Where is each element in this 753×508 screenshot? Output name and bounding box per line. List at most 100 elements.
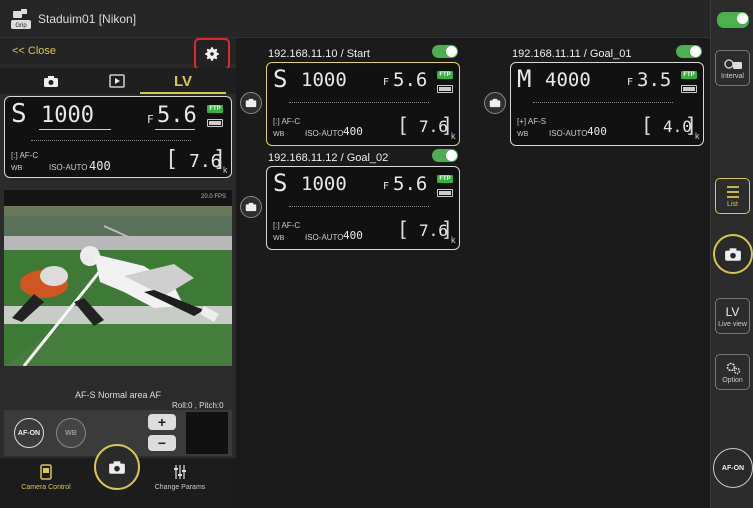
option-label: Option bbox=[722, 376, 743, 384]
battery-icon bbox=[681, 85, 697, 93]
aperture-value: 5.6 bbox=[393, 173, 428, 195]
exposure-scale bbox=[289, 95, 429, 103]
shots-unit: k bbox=[451, 131, 456, 141]
window-title: Staduim01 [Nikon] bbox=[38, 12, 137, 26]
camera-icon bbox=[109, 460, 125, 474]
af-on-button[interactable]: AF-ON bbox=[14, 418, 44, 448]
right-toolbar: Interval List LV Live view Option AF-ON bbox=[710, 0, 753, 508]
wb-button-label: WB bbox=[65, 429, 77, 437]
bracket-left: [ bbox=[165, 147, 179, 172]
exposure-mode: S bbox=[11, 99, 27, 129]
interval-label: Interval bbox=[721, 72, 744, 80]
camera-title-goal01: 192.168.11.11 / Goal_01 bbox=[512, 48, 632, 60]
iso-label: ISO-AUTO bbox=[305, 233, 344, 242]
af-on-label: AF-ON bbox=[17, 429, 41, 437]
exposure-scale bbox=[533, 95, 673, 103]
tab-change-params[interactable]: Change Params bbox=[150, 464, 210, 504]
ftp-badge: FTP bbox=[207, 105, 223, 113]
camera-control-label: Camera Control bbox=[21, 484, 71, 491]
camera-lcd-goal02[interactable]: S 1000 F 5.6 FTP [:] AF-C WB ISO-AUTO 40… bbox=[266, 166, 460, 250]
tab-still[interactable] bbox=[18, 68, 84, 94]
shutter-speed: 1000 bbox=[41, 103, 94, 128]
live-view-label: Live view bbox=[718, 320, 747, 328]
camera-lcd-goal01[interactable]: M 4000 F 3.5 FTP [+] AF-S WB ISO-AUTO 40… bbox=[510, 62, 704, 146]
camera-lcd-start[interactable]: S 1000 F 5.6 FTP [:] AF-C WB ISO-AUTO 40… bbox=[266, 62, 460, 146]
shutter-speed: 4000 bbox=[545, 69, 591, 91]
lacrosse-photo bbox=[4, 206, 232, 366]
wb-label: WB bbox=[11, 165, 23, 172]
white-balance-button[interactable]: WB bbox=[56, 418, 86, 448]
iso-label: ISO-AUTO bbox=[49, 163, 88, 172]
camera-lcd-panel[interactable]: S 1000 F 5.6 FTP [:] AF-C WB ISO-AUTO 40… bbox=[4, 96, 232, 178]
minus-button[interactable]: − bbox=[148, 435, 176, 451]
plus-label: + bbox=[157, 414, 167, 430]
iso-label: ISO-AUTO bbox=[305, 129, 344, 138]
aperture-prefix: F bbox=[383, 181, 390, 192]
camera-toggle-goal01[interactable] bbox=[676, 45, 702, 58]
camera-toggle-start[interactable] bbox=[432, 45, 458, 58]
exposure-mode: S bbox=[273, 169, 288, 197]
minus-label: − bbox=[157, 435, 167, 451]
active-tab-indicator bbox=[140, 92, 226, 94]
sliders-icon bbox=[174, 465, 186, 479]
close-link[interactable]: << Close bbox=[12, 45, 56, 57]
camera-toggle-goal02[interactable] bbox=[432, 149, 458, 162]
master-toggle[interactable] bbox=[717, 12, 749, 28]
list-button[interactable]: List bbox=[715, 178, 750, 214]
iso-label: ISO-AUTO bbox=[549, 129, 588, 138]
camera-shutter-goal02[interactable] bbox=[240, 196, 262, 218]
fps-bar: 20.0 FPS bbox=[4, 190, 232, 206]
iso-value: 400 bbox=[343, 229, 363, 242]
plus-button[interactable]: + bbox=[148, 414, 176, 430]
rail-shutter-button[interactable] bbox=[713, 234, 753, 274]
fps-readout: 20.0 FPS bbox=[200, 194, 226, 200]
exposure-mode: M bbox=[517, 65, 532, 93]
bracket-left: [ bbox=[641, 113, 654, 137]
wb-label: WB bbox=[273, 235, 285, 242]
af-area-mode: [:] AF-C bbox=[11, 151, 39, 160]
battery-icon bbox=[437, 85, 453, 93]
interval-icon bbox=[723, 58, 742, 69]
rail-af-on-label: AF-ON bbox=[721, 464, 745, 472]
grip-app-icon: Grip bbox=[11, 9, 31, 29]
tab-playback[interactable] bbox=[84, 68, 150, 94]
tab-live-view[interactable]: LV bbox=[150, 68, 216, 94]
list-label: List bbox=[727, 200, 738, 208]
aperture-value: 3.5 bbox=[637, 69, 672, 91]
camera-title-goal02: 192.168.11.12 / Goal_02 bbox=[268, 152, 389, 164]
shutter-speed: 1000 bbox=[301, 173, 347, 195]
exposure-scale bbox=[289, 199, 429, 207]
settings-button[interactable] bbox=[194, 38, 230, 70]
phone-icon bbox=[40, 464, 52, 480]
camera-shutter-goal01[interactable] bbox=[484, 92, 506, 114]
camera-control-panel: << Close LV S 1000 F 5.6 FTP [:] AF-C WB… bbox=[0, 38, 236, 508]
shots-unit: k bbox=[695, 131, 700, 141]
shutter-underline bbox=[39, 129, 111, 130]
roll-pitch-readout: Roll:0 , Pitch:0 bbox=[172, 401, 224, 410]
shots-unit: k bbox=[451, 235, 456, 245]
iso-value: 400 bbox=[587, 125, 607, 138]
camera-shutter-start[interactable] bbox=[240, 92, 262, 114]
shutter-speed: 1000 bbox=[301, 69, 347, 91]
tab-lv-label: LV bbox=[173, 72, 193, 90]
wb-label: WB bbox=[517, 131, 529, 138]
ftp-badge: FTP bbox=[681, 71, 697, 79]
aperture-prefix: F bbox=[627, 77, 634, 88]
shutter-button[interactable] bbox=[94, 444, 140, 490]
gear-icon bbox=[205, 47, 219, 61]
interval-button[interactable]: Interval bbox=[715, 50, 750, 86]
battery-icon bbox=[207, 119, 223, 127]
option-button[interactable]: Option bbox=[715, 354, 750, 390]
gears-icon bbox=[726, 362, 740, 374]
ftp-badge: FTP bbox=[437, 71, 453, 79]
wb-label: WB bbox=[273, 131, 285, 138]
live-view-image[interactable] bbox=[4, 206, 232, 366]
live-view-button[interactable]: LV Live view bbox=[715, 298, 750, 334]
battery-icon bbox=[437, 189, 453, 197]
bracket-left: [ bbox=[397, 113, 410, 137]
title-bar: Grip Staduim01 [Nikon] bbox=[0, 0, 710, 38]
list-icon bbox=[726, 185, 739, 198]
rail-af-on-button[interactable]: AF-ON bbox=[713, 448, 753, 488]
tab-camera-control[interactable]: Camera Control bbox=[18, 464, 74, 504]
ftp-badge: FTP bbox=[437, 175, 453, 183]
